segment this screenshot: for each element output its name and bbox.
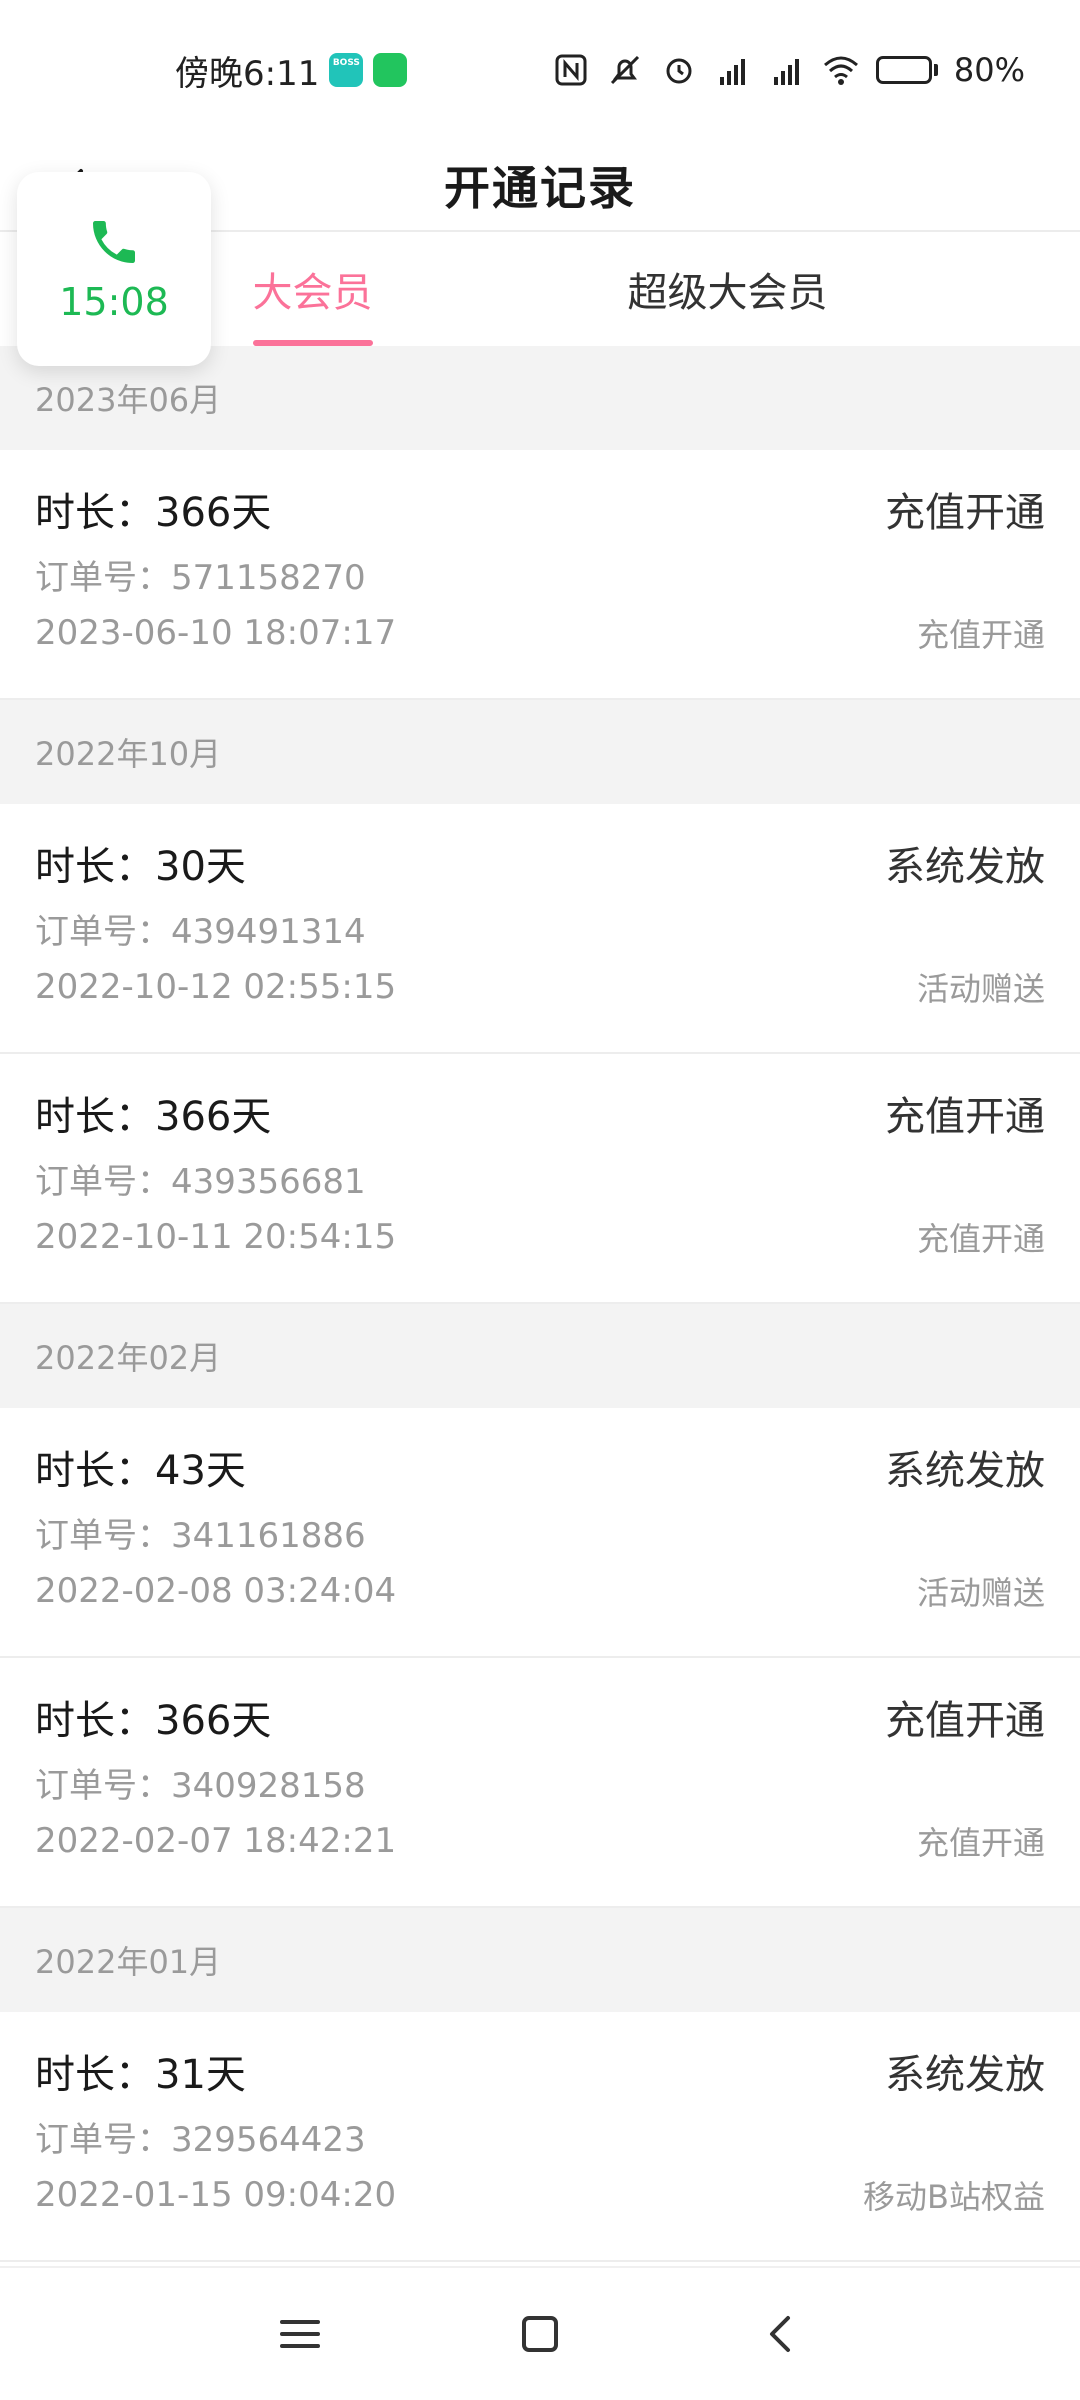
wifi-icon — [823, 56, 858, 85]
month-header: 2022年01月 — [0, 1908, 1080, 2012]
record-item[interactable]: 时长：366天 充值开通 订单号：439356681 2022-10-11 20:… — [0, 1054, 1080, 1304]
record-source: 充值开通 — [916, 616, 1045, 654]
battery-icon — [875, 56, 938, 84]
record-item[interactable]: 时长：366天 充值开通 订单号：571158270 2023-06-10 18:… — [0, 450, 1080, 700]
record-item[interactable]: 时长：366天 充值开通 订单号：340928158 2022-02-07 18:… — [0, 1658, 1080, 1908]
record-type: 系统发放 — [885, 2052, 1045, 2098]
record-duration: 时长：366天 — [35, 490, 272, 536]
record-source: 移动B站权益 — [863, 2178, 1045, 2216]
record-datetime: 2022-02-07 18:42:21 — [35, 1821, 397, 1861]
record-source: 活动赠送 — [916, 1574, 1045, 1612]
record-item[interactable]: 时长：31天 系统发放 订单号：329564423 2022-01-15 09:0… — [0, 2012, 1080, 2262]
record-order-number: 订单号：341161886 — [35, 1516, 366, 1556]
status-right: 80% — [552, 51, 1025, 89]
call-duration: 15:08 — [59, 280, 169, 324]
record-type: 系统发放 — [885, 1448, 1045, 1494]
menu-icon — [280, 2320, 320, 2348]
record-source: 充值开通 — [916, 1824, 1045, 1862]
month-header: 2022年02月 — [0, 1304, 1080, 1408]
nav-menu-button[interactable] — [265, 2299, 335, 2369]
record-datetime: 2022-10-12 02:55:15 — [35, 967, 397, 1007]
signal-hd-1-icon — [719, 59, 745, 85]
wechat-icon — [373, 53, 408, 87]
record-duration: 时长：31天 — [35, 2052, 246, 2098]
month-header: 2022年10月 — [0, 700, 1080, 804]
record-source: 充值开通 — [916, 1220, 1045, 1258]
page-title: 开通记录 — [444, 161, 636, 215]
nfc-icon — [555, 54, 587, 86]
record-type: 充值开通 — [885, 1094, 1045, 1140]
record-source: 活动赠送 — [916, 970, 1045, 1008]
record-datetime: 2023-06-10 18:07:17 — [35, 613, 397, 653]
record-order-number: 订单号：340928158 — [35, 1766, 366, 1806]
screen: 傍晚6:11 BOSS 80% 开通记录 大会员 超级大会员 15:08 202… — [0, 0, 1080, 2400]
alarm-icon — [666, 58, 692, 84]
nav-back-icon — [770, 2316, 790, 2352]
record-order-number: 订单号：571158270 — [35, 558, 366, 598]
status-left: 傍晚6:11 BOSS — [175, 46, 408, 95]
mute-bell-icon — [610, 55, 639, 85]
tab-vip[interactable]: 大会员 — [230, 232, 395, 346]
phone-icon — [93, 221, 135, 263]
record-type: 充值开通 — [885, 1698, 1045, 1744]
nav-home-button[interactable] — [505, 2299, 575, 2369]
record-datetime: 2022-02-08 03:24:04 — [35, 1571, 397, 1611]
record-order-number: 订单号：439491314 — [35, 912, 366, 952]
record-datetime: 2022-01-15 09:04:20 — [35, 2175, 397, 2215]
status-time: 傍晚6:11 — [175, 53, 320, 94]
battery-percent: 80% — [953, 51, 1025, 89]
square-home-icon — [522, 2316, 558, 2352]
record-item[interactable]: 时长：30天 系统发放 订单号：439491314 2022-10-12 02:5… — [0, 804, 1080, 1054]
record-item[interactable]: 时长：43天 系统发放 订单号：341161886 2022-02-08 03:2… — [0, 1408, 1080, 1658]
record-duration: 时长：43天 — [35, 1448, 246, 1494]
record-type: 充值开通 — [885, 490, 1045, 536]
record-datetime: 2022-10-11 20:54:15 — [35, 1217, 397, 1257]
signal-hd-2-icon — [773, 59, 799, 85]
tab-super-vip[interactable]: 超级大会员 — [600, 232, 855, 346]
boss-app-icon: BOSS — [329, 53, 364, 87]
record-duration: 时长：366天 — [35, 1698, 272, 1744]
record-duration: 时长：366天 — [35, 1094, 272, 1140]
system-nav-bar — [0, 2266, 1080, 2400]
nav-back-button[interactable] — [745, 2299, 815, 2369]
status-bar: 傍晚6:11 BOSS 80% — [0, 0, 1080, 140]
record-type: 系统发放 — [885, 844, 1045, 890]
record-duration: 时长：30天 — [35, 844, 246, 890]
record-order-number: 订单号：329564423 — [35, 2120, 366, 2160]
call-floating-widget[interactable]: 15:08 — [17, 172, 211, 366]
record-order-number: 订单号：439356681 — [35, 1162, 366, 1202]
records-list: 2023年06月 时长：366天 充值开通 订单号：571158270 2023-… — [0, 346, 1080, 2262]
